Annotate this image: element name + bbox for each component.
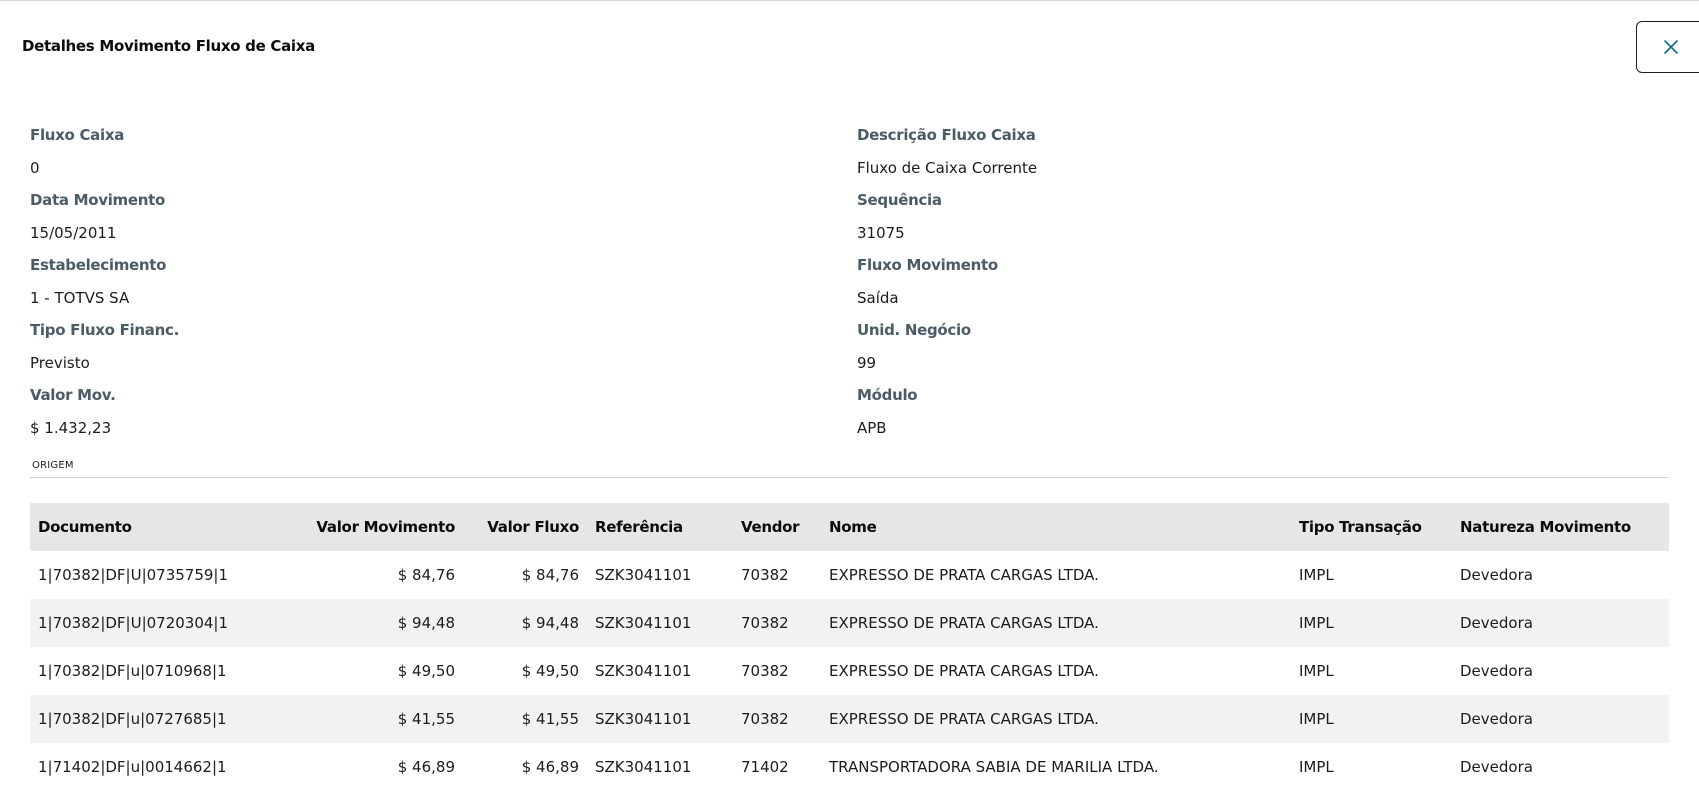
field-label: Fluxo Caixa (30, 126, 125, 144)
cell-natureza-movimento: Devedora (1460, 614, 1533, 632)
cell-valor-movimento: $ 49,50 (397, 662, 455, 680)
column-header-nome[interactable]: Nome (821, 503, 1291, 551)
table-row[interactable]: 1|71402|DF|u|0014662|1 $ 46,89 $ 46,89 S… (30, 743, 1669, 791)
cell-referencia: SZK3041101 (595, 566, 692, 584)
field-label: Fluxo Movimento (857, 256, 998, 274)
fields-left-column: Fluxo Caixa 0 Data Movimento 15/05/2011 … (30, 126, 810, 451)
cell-natureza-movimento: Devedora (1460, 662, 1533, 680)
cell-documento: 1|70382|DF|u|0710968|1 (38, 662, 227, 680)
field-unid-negocio: Unid. Negócio 99 (857, 321, 1637, 386)
cell-valor-fluxo: $ 94,48 (521, 614, 579, 632)
modal-title: Detalhes Movimento Fluxo de Caixa (22, 37, 315, 55)
fields-right-column: Descrição Fluxo Caixa Fluxo de Caixa Cor… (857, 126, 1637, 451)
cell-documento: 1|70382|DF|U|0735759|1 (38, 566, 229, 584)
cell-referencia: SZK3041101 (595, 614, 692, 632)
cell-natureza-movimento: Devedora (1460, 710, 1533, 728)
cell-nome: EXPRESSO DE PRATA CARGAS LTDA. (829, 662, 1099, 680)
cell-documento: 1|70382|DF|u|0727685|1 (38, 710, 227, 728)
column-header-natureza-movimento[interactable]: Natureza Movimento (1452, 503, 1669, 551)
cell-documento: 1|70382|DF|U|0720304|1 (38, 614, 229, 632)
cell-nome: EXPRESSO DE PRATA CARGAS LTDA. (829, 566, 1099, 584)
cell-valor-fluxo: $ 46,89 (521, 758, 579, 776)
cell-valor-movimento: $ 94,48 (397, 614, 455, 632)
section-divider (30, 477, 1669, 478)
column-header-valor-fluxo[interactable]: Valor Fluxo (463, 503, 587, 551)
cell-referencia: SZK3041101 (595, 662, 692, 680)
field-label: Unid. Negócio (857, 321, 971, 339)
field-value: Saída (857, 289, 899, 307)
cell-nome: EXPRESSO DE PRATA CARGAS LTDA. (829, 614, 1099, 632)
table-row[interactable]: 1|70382|DF|U|0735759|1 $ 84,76 $ 84,76 S… (30, 551, 1669, 599)
cell-tipo-transacao: IMPL (1299, 758, 1334, 776)
field-value: 15/05/2011 (30, 224, 117, 242)
field-value: Previsto (30, 354, 90, 372)
cell-valor-fluxo: $ 84,76 (521, 566, 579, 584)
field-value: 31075 (857, 224, 905, 242)
column-header-documento[interactable]: Documento (30, 503, 250, 551)
field-tipo-fluxo-financ: Tipo Fluxo Financ. Previsto (30, 321, 810, 386)
field-label: Sequência (857, 191, 942, 209)
field-value: 0 (30, 159, 40, 177)
table-header-row: Documento Valor Movimento Valor Fluxo Re… (30, 503, 1669, 551)
field-modulo: Módulo APB (857, 386, 1637, 451)
field-fluxo-movimento: Fluxo Movimento Saída (857, 256, 1637, 321)
field-valor-mov: Valor Mov. $ 1.432,23 (30, 386, 810, 451)
field-value: 1 - TOTVS SA (30, 289, 130, 307)
cell-nome: EXPRESSO DE PRATA CARGAS LTDA. (829, 710, 1099, 728)
table-row[interactable]: 1|70382|DF|U|0720304|1 $ 94,48 $ 94,48 S… (30, 599, 1669, 647)
column-header-tipo-transacao[interactable]: Tipo Transação (1291, 503, 1452, 551)
cell-tipo-transacao: IMPL (1299, 662, 1334, 680)
section-label-origem: ORIGEM (32, 460, 74, 471)
table-row[interactable]: 1|70382|DF|u|0727685|1 $ 41,55 $ 41,55 S… (30, 695, 1669, 743)
top-border (0, 0, 1699, 1)
field-value: APB (857, 419, 887, 437)
cell-vendor: 70382 (741, 710, 789, 728)
field-sequencia: Sequência 31075 (857, 191, 1637, 256)
field-fluxo-caixa: Fluxo Caixa 0 (30, 126, 810, 191)
column-header-valor-movimento[interactable]: Valor Movimento (250, 503, 463, 551)
cell-tipo-transacao: IMPL (1299, 566, 1334, 584)
close-button[interactable] (1636, 21, 1699, 73)
close-icon (1664, 40, 1678, 54)
field-label: Estabelecimento (30, 256, 167, 274)
cell-tipo-transacao: IMPL (1299, 710, 1334, 728)
cell-referencia: SZK3041101 (595, 758, 692, 776)
table-row[interactable]: 1|70382|DF|u|0710968|1 $ 49,50 $ 49,50 S… (30, 647, 1669, 695)
field-label: Valor Mov. (30, 386, 116, 404)
column-header-referencia[interactable]: Referência (587, 503, 733, 551)
cell-vendor: 70382 (741, 662, 789, 680)
origem-table: Documento Valor Movimento Valor Fluxo Re… (30, 503, 1669, 791)
field-label: Descrição Fluxo Caixa (857, 126, 1036, 144)
field-label: Tipo Fluxo Financ. (30, 321, 179, 339)
origem-table-container: Documento Valor Movimento Valor Fluxo Re… (30, 503, 1669, 791)
cell-natureza-movimento: Devedora (1460, 758, 1533, 776)
cell-vendor: 71402 (741, 758, 789, 776)
cell-vendor: 70382 (741, 614, 789, 632)
cell-valor-movimento: $ 46,89 (397, 758, 455, 776)
field-label: Data Movimento (30, 191, 165, 209)
cell-nome: TRANSPORTADORA SABIA DE MARILIA LTDA. (829, 758, 1159, 776)
column-header-vendor[interactable]: Vendor (733, 503, 821, 551)
cell-valor-fluxo: $ 41,55 (521, 710, 579, 728)
cell-natureza-movimento: Devedora (1460, 566, 1533, 584)
cell-documento: 1|71402|DF|u|0014662|1 (38, 758, 227, 776)
field-value: 99 (857, 354, 877, 372)
cell-referencia: SZK3041101 (595, 710, 692, 728)
field-value: $ 1.432,23 (30, 419, 112, 437)
cell-valor-movimento: $ 41,55 (397, 710, 455, 728)
field-descricao-fluxo-caixa: Descrição Fluxo Caixa Fluxo de Caixa Cor… (857, 126, 1637, 191)
cell-valor-fluxo: $ 49,50 (521, 662, 579, 680)
cell-tipo-transacao: IMPL (1299, 614, 1334, 632)
field-value: Fluxo de Caixa Corrente (857, 159, 1038, 177)
cell-vendor: 70382 (741, 566, 789, 584)
field-estabelecimento: Estabelecimento 1 - TOTVS SA (30, 256, 810, 321)
field-label: Módulo (857, 386, 918, 404)
cell-valor-movimento: $ 84,76 (397, 566, 455, 584)
field-data-movimento: Data Movimento 15/05/2011 (30, 191, 810, 256)
